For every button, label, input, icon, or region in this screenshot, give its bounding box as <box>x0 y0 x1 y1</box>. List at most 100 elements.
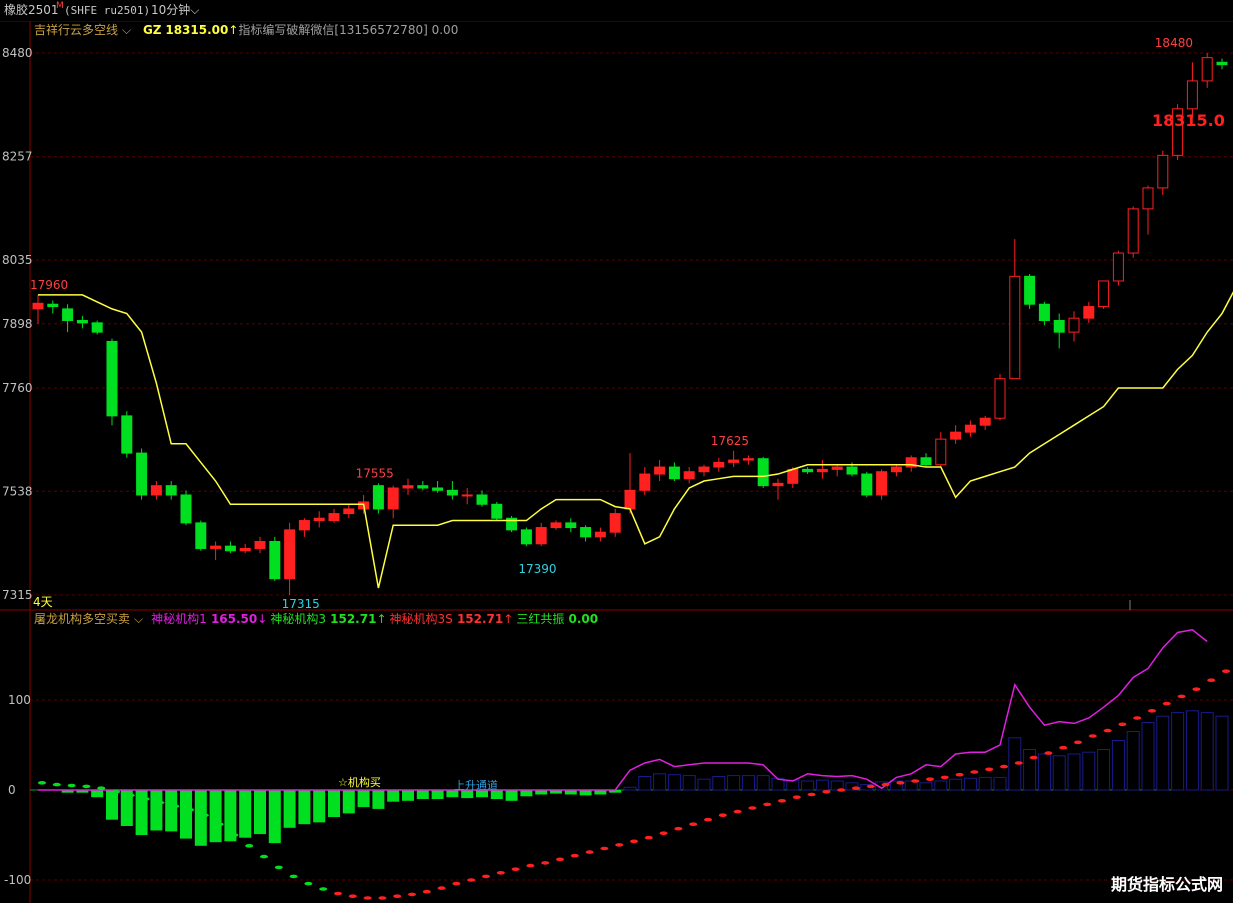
candle-body <box>210 545 222 549</box>
candle-body <box>609 513 621 533</box>
osc-bar <box>949 778 963 791</box>
candle-body <box>639 473 651 491</box>
candle-body <box>1009 275 1021 380</box>
osc-bar <box>697 778 711 791</box>
signal-dot <box>1133 716 1142 720</box>
osc-bar <box>756 775 770 791</box>
signal-dot <box>482 874 490 879</box>
candle-body <box>328 513 340 522</box>
osc-bar <box>993 776 1007 791</box>
osc-bar <box>1067 753 1081 791</box>
signal-dot <box>1059 745 1068 750</box>
candle-body <box>180 494 192 524</box>
candle-body <box>979 417 991 426</box>
candle-body <box>165 485 177 496</box>
signal-dot <box>526 863 535 868</box>
osc-bar <box>1171 712 1185 791</box>
signal-dot <box>186 808 194 812</box>
candle-body <box>1038 303 1050 322</box>
signal-dot <box>807 792 816 797</box>
osc-bar <box>1037 753 1051 791</box>
signal-dot <box>452 881 461 886</box>
signal-dot <box>911 779 920 783</box>
extreme-label: 18480 <box>1155 36 1193 50</box>
signal-dot <box>334 891 342 896</box>
signal-dot <box>674 826 683 831</box>
osc-bar <box>328 790 340 817</box>
signal-dot <box>718 813 727 817</box>
candle-body <box>313 517 325 522</box>
signal-dot <box>348 894 357 898</box>
signal-dot <box>1000 764 1008 769</box>
candle-body <box>920 457 932 466</box>
signal-dot <box>970 770 979 774</box>
signal-dot <box>437 886 446 890</box>
signal-dot <box>659 831 668 835</box>
osc-bar <box>1215 715 1229 791</box>
candle-body <box>890 466 902 473</box>
osc-bar <box>416 790 429 799</box>
kline-chart[interactable]: 8480 8257 8035 7898 7760 7538 7315 17960 17555 17… <box>0 0 1233 903</box>
osc-bar <box>520 790 533 797</box>
osc-bar <box>653 773 667 791</box>
signal-dot <box>1222 669 1230 673</box>
candle-body <box>964 424 976 433</box>
signal-dot <box>1044 751 1053 755</box>
last-price-label: 18315.0 <box>1152 111 1225 130</box>
osc-bar <box>579 790 592 796</box>
candle-body <box>520 529 532 545</box>
osc-bar <box>815 779 829 791</box>
candle-body <box>816 468 828 473</box>
signal-dot <box>245 844 254 848</box>
signal-dot <box>511 867 520 871</box>
osc-bar <box>150 790 163 831</box>
signal-dot <box>112 790 120 794</box>
signal-dot <box>289 874 298 879</box>
gz-line <box>38 291 1233 589</box>
signal-dot <box>778 799 786 803</box>
signal-dot <box>215 822 224 826</box>
signal-dot <box>1207 678 1216 682</box>
osc-bar <box>1023 749 1037 791</box>
candle-body <box>195 522 207 549</box>
osc-bar <box>402 790 414 801</box>
candle-body <box>47 303 59 308</box>
osc-bar <box>801 780 815 791</box>
candle-body <box>387 487 399 510</box>
osc-bar <box>180 790 192 839</box>
osc-bar <box>1126 731 1140 791</box>
candle-body <box>728 459 740 463</box>
signal-dot <box>304 881 313 886</box>
signal-dot <box>644 835 653 840</box>
candle-body <box>624 489 636 510</box>
candle-body <box>1186 80 1198 110</box>
candle-body <box>1024 275 1036 305</box>
candle-body <box>802 468 814 473</box>
osc-bar <box>313 790 326 823</box>
candle-body <box>876 471 888 496</box>
osc-bar <box>194 790 207 846</box>
signal-dot <box>940 775 949 780</box>
candle-body <box>491 503 503 519</box>
candle-body <box>62 308 74 322</box>
signal-dot <box>955 772 964 777</box>
signal-dot <box>393 894 402 898</box>
signal-dot <box>630 839 638 844</box>
candle-body <box>91 322 103 333</box>
osc-bar <box>298 790 311 825</box>
signal-dot <box>763 802 772 807</box>
candle-body <box>269 540 281 580</box>
signal-dot <box>570 853 579 858</box>
osc-bar <box>283 790 296 828</box>
buy-signal-label: ☆机构买 <box>338 775 381 789</box>
signal-dot <box>156 800 165 805</box>
y-tick-label: 8480 <box>2 46 33 60</box>
y-tick-label: -100 <box>4 873 31 887</box>
extreme-label: 17390 <box>518 562 556 576</box>
candle-body <box>580 527 592 538</box>
signal-dot <box>852 786 860 790</box>
osc-bar <box>963 777 977 791</box>
osc-bar <box>372 790 385 809</box>
candle-body <box>831 466 843 470</box>
extreme-label: 17555 <box>356 466 394 480</box>
